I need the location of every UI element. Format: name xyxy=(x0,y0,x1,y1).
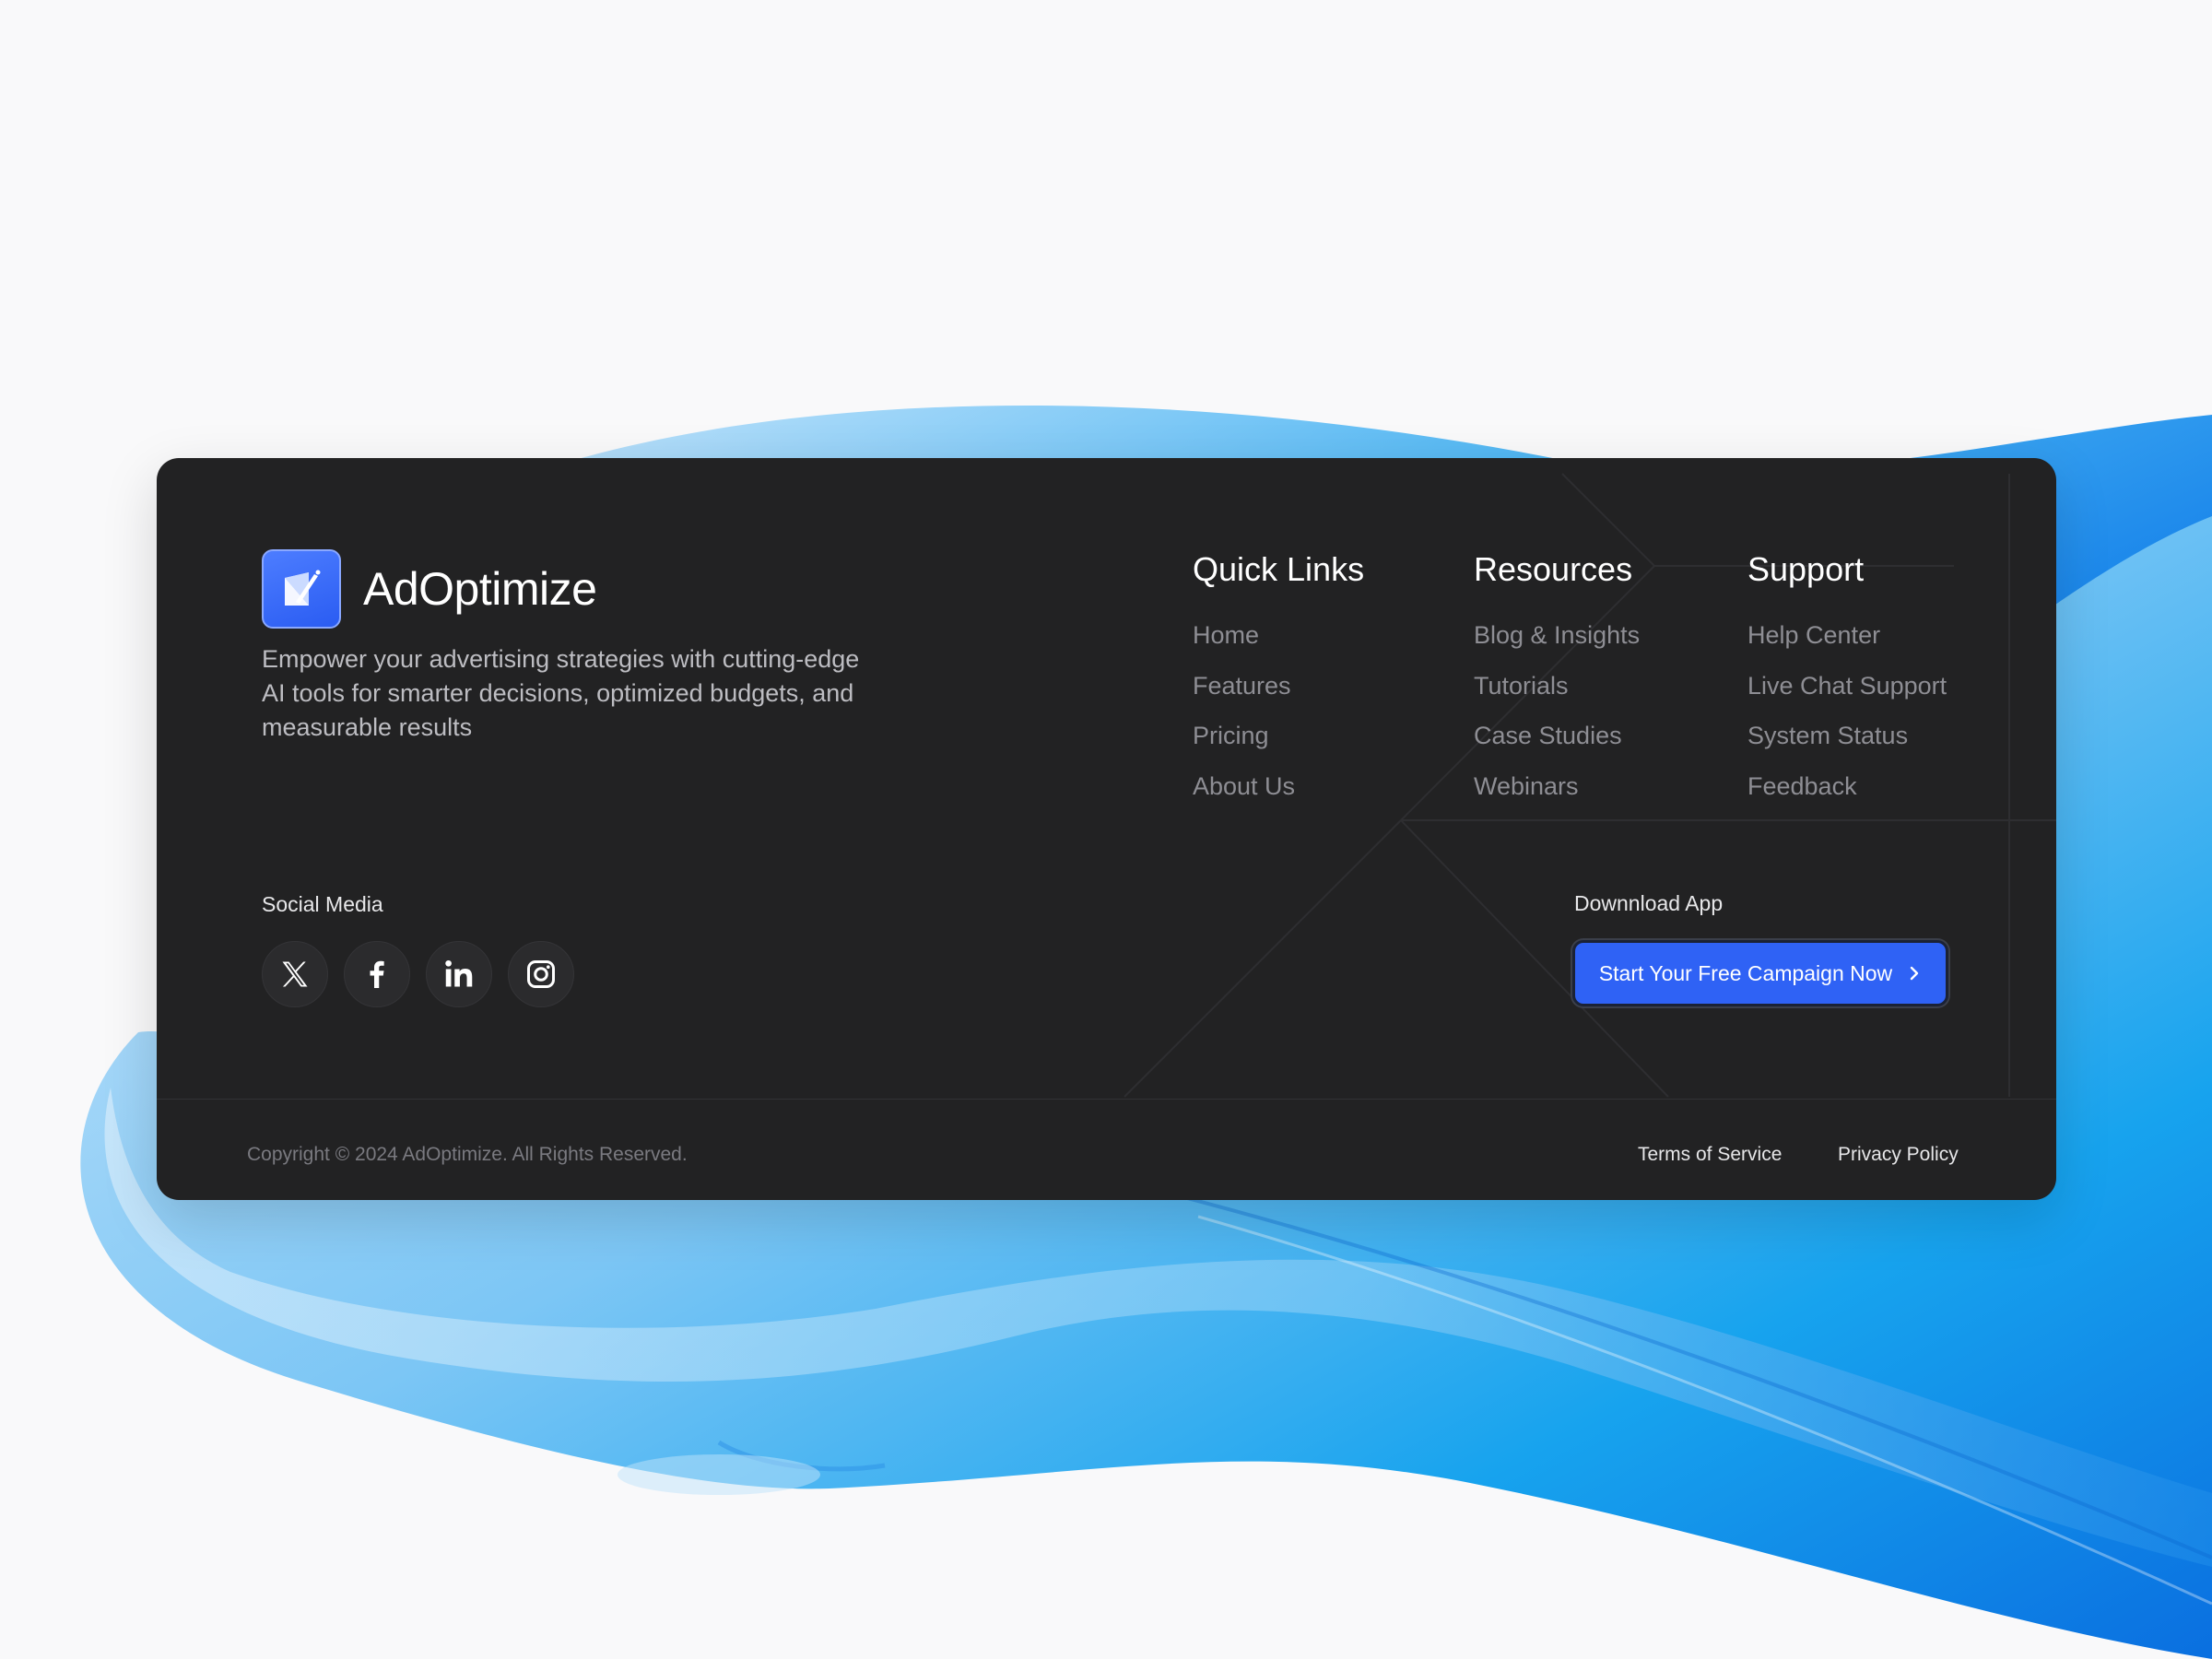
link-about-us[interactable]: About Us xyxy=(1193,771,1364,801)
column-title: Resources xyxy=(1474,550,1633,588)
privacy-policy-link[interactable]: Privacy Policy xyxy=(1838,1144,1959,1166)
link-system-status[interactable]: System Status xyxy=(1747,721,1947,750)
link-feedback[interactable]: Feedback xyxy=(1747,771,1947,801)
social-media-label: Social Media xyxy=(262,892,383,916)
x-icon[interactable] xyxy=(262,941,328,1007)
cta-label: Start Your Free Campaign Now xyxy=(1598,960,1893,985)
brand-name: AdOptimize xyxy=(363,563,597,615)
link-case-studies[interactable]: Case Studies xyxy=(1474,721,1640,750)
document-pen-icon xyxy=(262,549,341,629)
link-help-center[interactable]: Help Center xyxy=(1747,620,1947,650)
quick-links-column: Quick Links Home Features Pricing About … xyxy=(1193,550,1364,821)
link-live-chat-support[interactable]: Live Chat Support xyxy=(1747,671,1947,700)
link-features[interactable]: Features xyxy=(1193,671,1364,700)
link-tutorials[interactable]: Tutorials xyxy=(1474,671,1640,700)
column-title: Support xyxy=(1747,550,1865,588)
link-pricing[interactable]: Pricing xyxy=(1193,721,1364,750)
instagram-icon[interactable] xyxy=(508,941,574,1007)
start-free-campaign-button[interactable]: Start Your Free Campaign Now xyxy=(1572,940,1948,1006)
column-title: Quick Links xyxy=(1193,550,1365,588)
link-home[interactable]: Home xyxy=(1193,620,1364,650)
terms-of-service-link[interactable]: Terms of Service xyxy=(1638,1144,1782,1166)
link-blog-insights[interactable]: Blog & Insights xyxy=(1474,620,1640,650)
footer-card: AdOptimize Empower your advertising stra… xyxy=(157,458,2056,1200)
chevron-right-icon xyxy=(1907,964,1922,982)
link-webinars[interactable]: Webinars xyxy=(1474,771,1640,801)
resources-column: Resources Blog & Insights Tutorials Case… xyxy=(1474,550,1640,821)
social-icons xyxy=(262,941,574,1007)
footer-divider xyxy=(157,1099,2056,1100)
facebook-icon[interactable] xyxy=(344,941,410,1007)
linkedin-icon[interactable] xyxy=(426,941,492,1007)
copyright-text: Copyright © 2024 AdOptimize. All Rights … xyxy=(247,1144,688,1165)
brand-tagline: Empower your advertising strategies with… xyxy=(262,645,860,741)
download-app-label: Downnload App xyxy=(1574,891,1724,915)
support-column: Support Help Center Live Chat Support Sy… xyxy=(1747,550,1947,821)
brand[interactable]: AdOptimize xyxy=(262,549,597,629)
